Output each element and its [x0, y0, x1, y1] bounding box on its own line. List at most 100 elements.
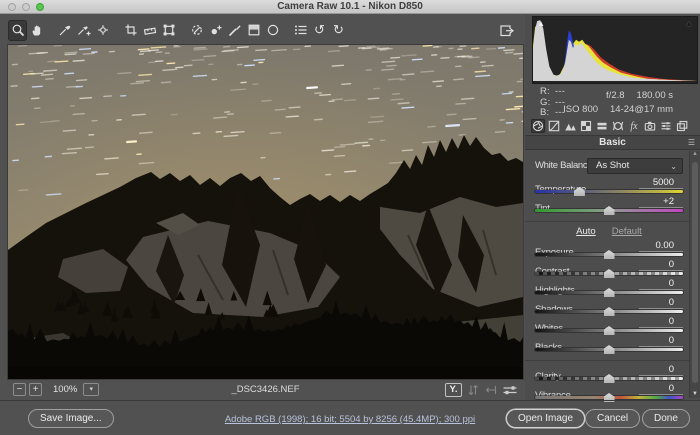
lens-corrections-icon	[612, 120, 624, 132]
tab-basic[interactable]	[531, 119, 545, 133]
traffic-lights	[8, 3, 44, 11]
tint-value[interactable]: +2	[639, 196, 683, 208]
hand-tool-icon[interactable]	[27, 20, 46, 41]
vibrance-value[interactable]: 0	[639, 383, 683, 395]
zoom-window-button[interactable]	[36, 3, 44, 11]
tab-presets[interactable]	[659, 119, 673, 133]
swap-before-after-icon[interactable]	[466, 383, 480, 397]
whites-slider-thumb[interactable]	[604, 326, 615, 335]
tint-slider-thumb[interactable]	[604, 206, 615, 215]
auto-link[interactable]: Auto	[576, 226, 596, 237]
shadows-slider-thumb[interactable]	[604, 307, 615, 316]
whites-value[interactable]: 0	[639, 316, 683, 328]
spot-removal-tool-icon[interactable]	[187, 20, 206, 41]
tab-snapshots[interactable]	[675, 119, 689, 133]
divider	[525, 221, 689, 222]
chevron-down-icon: ⌄	[670, 160, 677, 174]
shadow-clipping-toggle[interactable]: ▲	[534, 18, 548, 30]
tint-slider-row: Tint+2	[535, 198, 683, 216]
contrast-value[interactable]: 0	[639, 259, 683, 271]
preferences-tool-icon[interactable]	[291, 20, 310, 41]
preview-mode-y-button[interactable]: Y.	[445, 383, 462, 397]
window-title: Camera Raw 10.1 - Nikon D850	[0, 0, 700, 13]
done-button[interactable]: Done	[642, 409, 690, 428]
highlight-clipping-toggle[interactable]: ▲	[682, 18, 696, 30]
highlights-value[interactable]: 0	[639, 278, 683, 290]
scroll-up-icon[interactable]: ▲	[690, 151, 700, 157]
zoom-level-dropdown[interactable]: ▾	[83, 383, 99, 396]
blacks-value[interactable]: 0	[639, 335, 683, 347]
whites-slider[interactable]	[535, 329, 683, 332]
contrast-slider[interactable]	[535, 272, 683, 275]
zoom-in-button[interactable]: +	[29, 383, 42, 396]
tab-effects[interactable]: fx	[627, 119, 641, 133]
panel-tabs: fx	[531, 119, 689, 133]
panel-scrollbar[interactable]: ▲ ▼	[689, 151, 700, 398]
tab-tone-curve[interactable]	[547, 119, 561, 133]
shadows-slider-row: Shadows0	[535, 299, 683, 317]
open-image-button[interactable]: Open Image	[506, 409, 585, 428]
blacks-slider-thumb[interactable]	[604, 345, 615, 354]
divider	[525, 360, 689, 361]
clarity-slider[interactable]	[535, 377, 683, 380]
rotate-right-tool-icon[interactable]: ↻	[329, 20, 348, 41]
tint-slider[interactable]	[535, 209, 683, 212]
exposure-slider-row: Exposure0.00	[535, 242, 683, 260]
default-link[interactable]: Default	[612, 226, 642, 237]
color-sampler-tool-icon[interactable]	[74, 20, 93, 41]
tab-detail[interactable]	[563, 119, 577, 133]
preview-preferences-icon[interactable]	[502, 383, 518, 397]
graduated-filter-tool-icon[interactable]	[244, 20, 263, 41]
temperature-slider[interactable]	[535, 190, 683, 193]
contrast-slider-row: Contrast0	[535, 261, 683, 279]
basic-panel-body: White Balance: As Shot ⌄ Temperature5000…	[525, 149, 689, 400]
rotate-left-tool-icon[interactable]: ↺	[310, 20, 329, 41]
zoom-out-button[interactable]: −	[13, 383, 26, 396]
straighten-tool-icon[interactable]	[140, 20, 159, 41]
panel-menu-icon[interactable]: ☰	[688, 136, 695, 149]
highlights-slider[interactable]	[535, 291, 683, 294]
crop-tool-icon[interactable]	[121, 20, 140, 41]
exposure-value[interactable]: 0.00	[639, 240, 683, 252]
tab-split-toning[interactable]	[595, 119, 609, 133]
temperature-value[interactable]: 5000	[639, 177, 683, 189]
exposure-slider[interactable]	[535, 253, 683, 256]
transform-tool-icon[interactable]	[159, 20, 178, 41]
clarity-slider-thumb[interactable]	[604, 374, 615, 383]
save-image-button[interactable]: Save Image...	[28, 409, 114, 428]
targeted-adjustment-tool-icon[interactable]	[93, 20, 112, 41]
image-preview[interactable]	[8, 45, 523, 379]
zoom-level-value[interactable]: 100%	[53, 384, 77, 395]
detail-icon	[564, 120, 576, 132]
white-balance-tool-icon[interactable]	[55, 20, 74, 41]
panel-header: Basic ☰	[525, 135, 700, 150]
exposure-slider-thumb[interactable]	[604, 250, 615, 259]
workflow-options-link[interactable]: Adobe RGB (1998); 16 bit; 5504 by 8256 (…	[225, 414, 475, 425]
cancel-button[interactable]: Cancel	[585, 409, 640, 428]
highlights-slider-thumb[interactable]	[604, 288, 615, 297]
tab-camera-calibration[interactable]	[643, 119, 657, 133]
shadows-slider[interactable]	[535, 310, 683, 313]
presets-icon	[660, 120, 672, 132]
contrast-slider-thumb[interactable]	[604, 269, 615, 278]
adjustment-brush-tool-icon[interactable]	[225, 20, 244, 41]
clarity-value[interactable]: 0	[639, 364, 683, 376]
close-button[interactable]	[8, 3, 16, 11]
tab-lens-corrections[interactable]	[611, 119, 625, 133]
tab-hsl-grayscale[interactable]	[579, 119, 593, 133]
fullscreen-toggle-icon[interactable]	[495, 19, 517, 41]
scrollbar-thumb[interactable]	[692, 162, 698, 383]
copy-settings-icon[interactable]	[484, 383, 498, 397]
minimize-button[interactable]	[22, 3, 30, 11]
radial-filter-tool-icon[interactable]	[263, 20, 282, 41]
blacks-slider[interactable]	[535, 348, 683, 351]
panel-title: Basic	[525, 136, 700, 149]
zoom-tool-icon[interactable]	[8, 20, 27, 41]
white-balance-select[interactable]: As Shot ⌄	[587, 158, 683, 174]
shadows-value[interactable]: 0	[639, 297, 683, 309]
exif-readout: f/2.8180.00 s ISO 80014-24@17 mm	[563, 89, 673, 116]
dialog-footer: Save Image... Adobe RGB (1998); 16 bit; …	[0, 400, 700, 435]
red-eye-tool-icon[interactable]	[206, 20, 225, 41]
scroll-down-icon[interactable]: ▼	[690, 391, 700, 397]
vibrance-slider[interactable]	[535, 396, 683, 399]
